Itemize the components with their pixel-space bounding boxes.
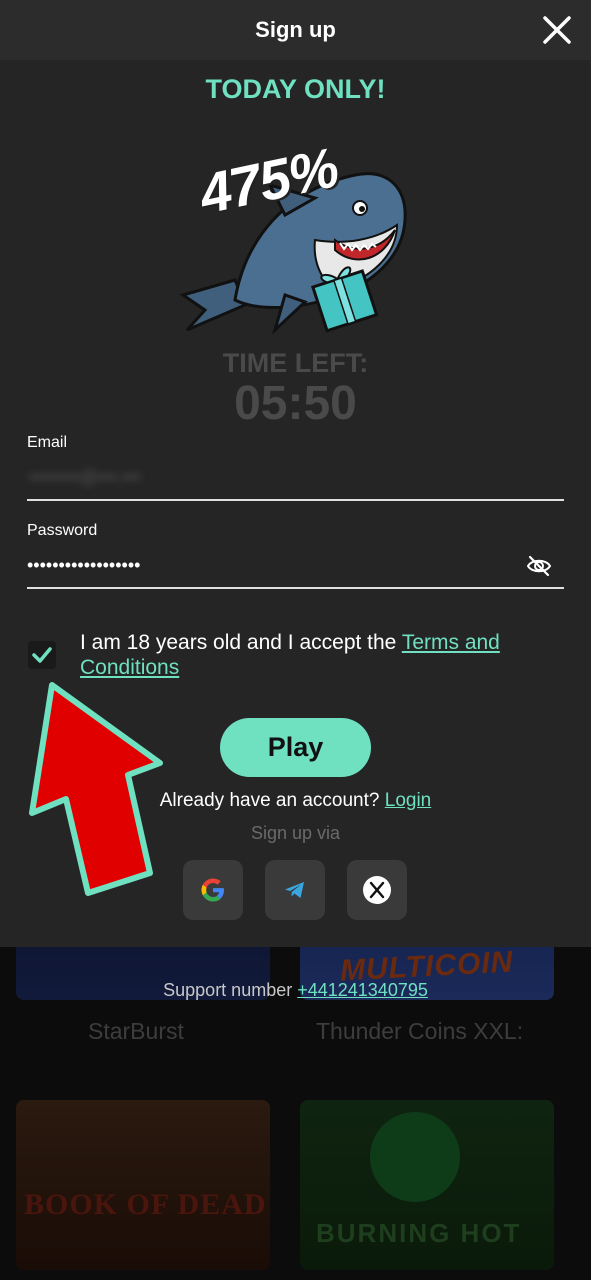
signup-via-label: Sign up via — [250, 823, 341, 843]
support-phone-link[interactable]: +441241340795 — [297, 980, 428, 1000]
game-tile-burning-hot[interactable]: BURNING HOT — [300, 1100, 554, 1270]
terms-label: I am 18 years old and I accept the — [80, 631, 402, 654]
check-icon — [32, 647, 52, 663]
telegram-signup-button[interactable] — [265, 860, 325, 920]
modal-header: Sign up — [0, 0, 591, 60]
terms-text: I am 18 years old and I accept the Terms… — [80, 630, 570, 680]
email-field[interactable]: ••••••••@•••.••• — [27, 455, 564, 501]
promo-title: TODAY ONLY! — [205, 74, 386, 104]
play-button[interactable]: Play — [220, 718, 371, 777]
terms-checkbox[interactable] — [28, 641, 56, 669]
already-account: Already have an account? Login — [0, 790, 591, 812]
support-label: Support number — [163, 980, 298, 1000]
email-value: ••••••••@•••.••• — [29, 467, 141, 487]
burning-hot-text: BURNING HOT — [316, 1218, 522, 1248]
google-icon — [201, 878, 224, 902]
game-label-thunder-coins: Thunder Coins XXL: — [316, 1018, 524, 1044]
shark-illustration: 475% — [175, 130, 420, 345]
game-label-starburst: StarBurst — [88, 1018, 184, 1044]
signup-modal: Sign up TODAY ONLY! 475% TIME LEFT: 05:5… — [0, 0, 591, 947]
book-of-dead-text: BOOK OF DEAD — [24, 1188, 267, 1221]
password-field[interactable]: •••••••••••••••••• — [27, 545, 564, 589]
modal-title: Sign up — [255, 17, 336, 42]
telegram-icon — [285, 882, 304, 898]
close-icon[interactable] — [541, 14, 573, 46]
already-text: Already have an account? — [159, 790, 385, 811]
login-link[interactable]: Login — [385, 790, 432, 811]
password-label: Password — [27, 522, 98, 539]
time-left-label: TIME LEFT: — [222, 348, 369, 378]
x-icon — [363, 876, 391, 904]
game-tile-book-of-dead[interactable]: BOOK OF DEAD — [16, 1100, 270, 1270]
clover-icon — [370, 1112, 460, 1202]
support-number: Support number +441241340795 — [0, 980, 591, 1001]
x-signup-button[interactable] — [347, 860, 407, 920]
countdown-timer: 05:50 — [234, 377, 357, 430]
google-signup-button[interactable] — [183, 860, 243, 920]
eye-off-icon[interactable] — [526, 553, 552, 579]
password-value: •••••••••••••••••• — [27, 555, 141, 575]
email-label: Email — [27, 434, 68, 451]
